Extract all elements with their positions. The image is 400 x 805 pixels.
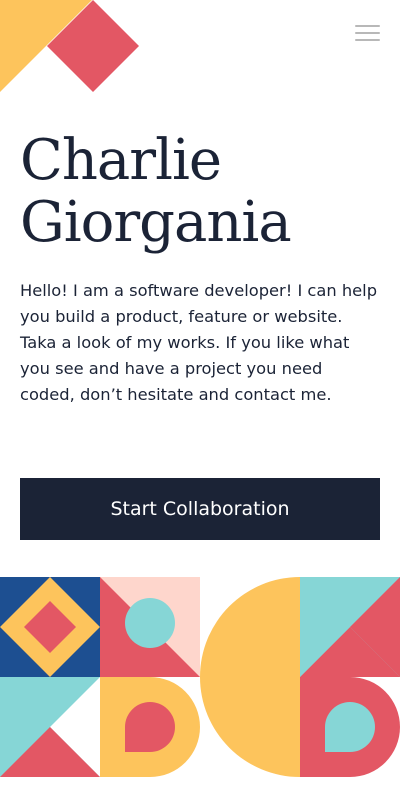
hero-title-first-name: Charlie: [20, 128, 222, 193]
start-collaboration-button[interactable]: Start Collaboration: [20, 478, 380, 540]
hero-title-last-name: Giorgania: [20, 190, 292, 255]
geometric-logo-icon[interactable]: [0, 0, 140, 100]
pattern-teal-drop: [325, 702, 375, 752]
hero-title: Charlie Giorgania: [20, 130, 380, 254]
menu-line-top: [355, 25, 380, 27]
pattern-red-drop: [125, 702, 175, 752]
menu-line-middle: [355, 32, 380, 34]
geometric-shapes-pattern: [0, 577, 400, 777]
hero-intro-text: Hello! I am a software developer! I can …: [20, 281, 378, 404]
hamburger-menu-icon[interactable]: [350, 20, 384, 46]
pattern-yellow-half-circle: [200, 577, 300, 777]
menu-line-bottom: [355, 39, 380, 41]
pattern-teal-circle: [125, 598, 175, 648]
